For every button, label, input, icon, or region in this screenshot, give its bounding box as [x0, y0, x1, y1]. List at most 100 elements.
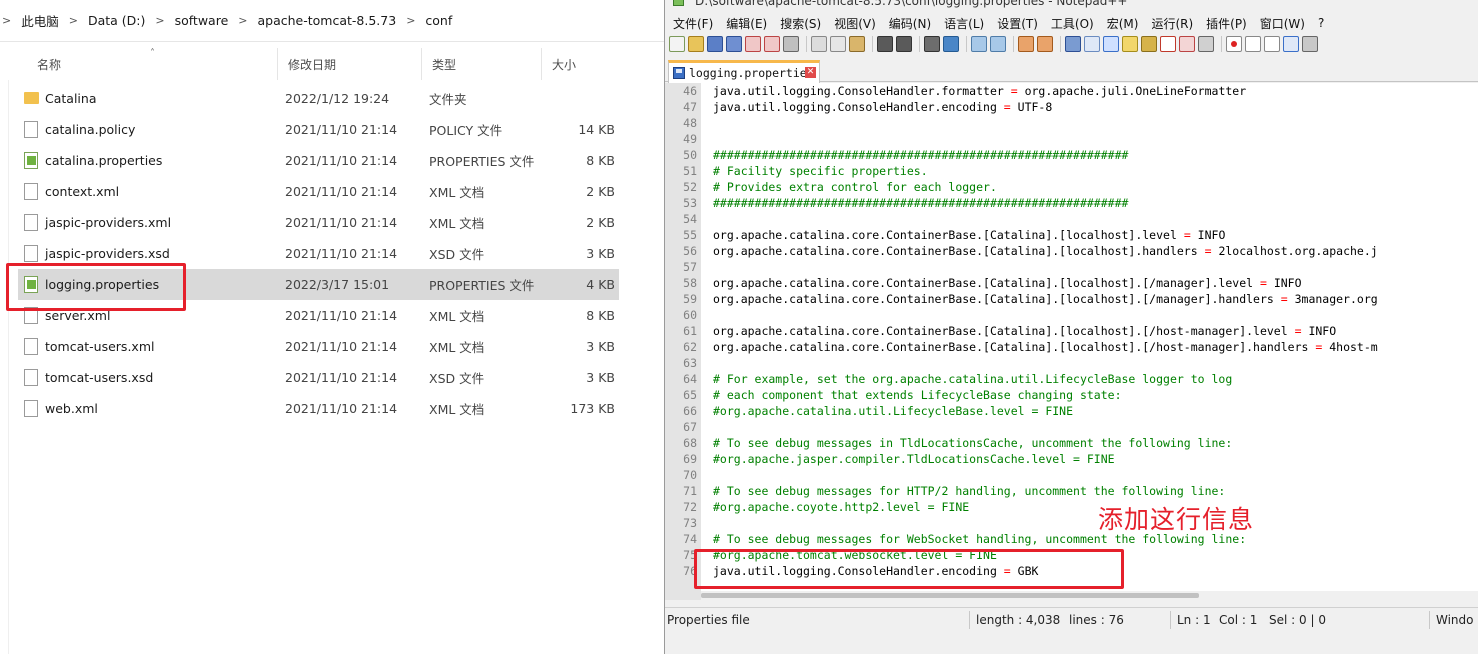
menu-item[interactable]: 运行(R): [1151, 15, 1193, 32]
menu-item[interactable]: 插件(P): [1206, 15, 1247, 32]
file-type: PROPERTIES 文件: [429, 278, 535, 293]
window-title: D:\software\apache-tomcat-8.5.73\conf\lo…: [665, 0, 1478, 8]
menu-item[interactable]: 编辑(E): [726, 15, 767, 32]
file-type: XML 文档: [429, 340, 485, 355]
zoom-out-icon[interactable]: [990, 36, 1006, 52]
assignment-operator: =: [1183, 228, 1191, 242]
file-row[interactable]: context.xml 2021/11/10 21:14 XML 文档 2 KB: [18, 176, 619, 207]
show-all-chars-icon[interactable]: [1084, 36, 1100, 52]
menu-item[interactable]: 工具(O): [1051, 15, 1094, 32]
menu-item[interactable]: 设置(T): [997, 15, 1038, 32]
status-length: length : 4,038: [976, 613, 1061, 627]
menu-item[interactable]: 窗口(W): [1260, 15, 1305, 32]
line-number: 69: [683, 452, 697, 466]
close-all-icon[interactable]: [764, 36, 780, 52]
file-explorer-window: > 此电脑 > Data (D:) > software > apache-to…: [0, 0, 664, 654]
column-header-size[interactable]: 大小: [541, 48, 623, 80]
column-header-type[interactable]: 类型: [421, 48, 541, 80]
document-map-icon[interactable]: [1141, 36, 1157, 52]
tab-logging-properties[interactable]: logging.properties ✕: [668, 60, 820, 83]
close-file-icon[interactable]: [745, 36, 761, 52]
breadcrumb-tomcat[interactable]: apache-tomcat-8.5.73: [258, 13, 397, 28]
undo-icon[interactable]: [877, 36, 893, 52]
file-date: 2021/11/10 21:14: [285, 370, 398, 385]
paste-icon[interactable]: [849, 36, 865, 52]
code-editor[interactable]: 46 47 48 49 50 51 52 53 54 55 56 57 58 59 60 61 62 63 64 65…: [665, 83, 1478, 600]
record-macro-icon[interactable]: [1226, 36, 1242, 52]
line-number: 59: [683, 292, 697, 306]
file-row[interactable]: catalina.policy 2021/11/10 21:14 POLICY 文件…: [18, 114, 619, 145]
breadcrumb-software[interactable]: software: [175, 13, 229, 28]
property-key: org.apache.catalina.core.ContainerBase.[…: [713, 340, 1316, 354]
close-tab-icon[interactable]: ✕: [805, 67, 816, 78]
column-header-date[interactable]: 修改日期: [277, 48, 421, 80]
menu-item[interactable]: 文件(F): [673, 15, 713, 32]
menu-item[interactable]: 搜索(S): [780, 15, 821, 32]
file-row[interactable]: tomcat-users.xsd 2021/11/10 21:14 XSD 文件 3 …: [18, 362, 619, 393]
indent-guide-icon[interactable]: [1103, 36, 1119, 52]
cut-icon[interactable]: [811, 36, 827, 52]
function-list-icon[interactable]: [1160, 36, 1176, 52]
file-row[interactable]: tomcat-users.xml 2021/11/10 21:14 XML 文档 3 …: [18, 331, 619, 362]
column-header-name[interactable]: 名称: [27, 48, 277, 80]
chevron-right-icon: >: [68, 14, 78, 27]
file-row[interactable]: jaspic-providers.xml 2021/11/10 21:14 XML …: [18, 207, 619, 238]
menu-item[interactable]: 视图(V): [834, 15, 876, 32]
copy-icon[interactable]: [830, 36, 846, 52]
menu-item[interactable]: 宏(M): [1107, 15, 1139, 32]
sync-vertical-icon[interactable]: [1018, 36, 1034, 52]
menu-item[interactable]: ?: [1318, 16, 1324, 30]
breadcrumb-drive[interactable]: Data (D:): [88, 13, 145, 28]
line-number: 74: [683, 532, 697, 546]
property-key: org.apache.catalina.core.ContainerBase.[…: [713, 276, 1260, 290]
replace-icon[interactable]: [943, 36, 959, 52]
assignment-operator: =: [1010, 84, 1018, 98]
property-key: org.apache.catalina.core.ContainerBase.[…: [713, 244, 1205, 258]
code-line: # Provides extra control for each logger…: [713, 180, 997, 194]
udl-icon[interactable]: [1122, 36, 1138, 52]
save-all-icon[interactable]: [726, 36, 742, 52]
folder-workspace-icon[interactable]: [1179, 36, 1195, 52]
address-bar[interactable]: > 此电脑 > Data (D:) > software > apache-to…: [0, 0, 664, 42]
file-row[interactable]: web.xml 2021/11/10 21:14 XML 文档 173 KB: [18, 393, 619, 424]
sync-horizontal-icon[interactable]: [1037, 36, 1053, 52]
assignment-operator: =: [1280, 292, 1288, 306]
file-name: tomcat-users.xml: [45, 339, 155, 354]
file-icon: [24, 245, 38, 262]
file-row[interactable]: Catalina 2022/1/12 19:24 文件夹: [18, 83, 619, 114]
breadcrumb-this-pc[interactable]: 此电脑: [21, 11, 59, 30]
status-bar: Properties file length : 4,038 lines : 7…: [665, 607, 1478, 631]
property-key: java.util.logging.ConsoleHandler.encodin…: [713, 100, 1004, 114]
save-icon[interactable]: [707, 36, 723, 52]
word-wrap-icon[interactable]: [1065, 36, 1081, 52]
redo-icon[interactable]: [896, 36, 912, 52]
monitoring-icon[interactable]: [1198, 36, 1214, 52]
horizontal-scrollbar[interactable]: [701, 591, 1478, 600]
file-type: XSD 文件: [429, 247, 485, 262]
file-name: jaspic-providers.xsd: [45, 246, 170, 261]
scrollbar-thumb[interactable]: [701, 593, 1199, 598]
print-icon[interactable]: [783, 36, 799, 52]
status-col: Col : 1: [1219, 613, 1258, 627]
find-icon[interactable]: [924, 36, 940, 52]
menu-item[interactable]: 语言(L): [944, 15, 984, 32]
file-row[interactable]: catalina.properties 2021/11/10 21:14 PROPE…: [18, 145, 619, 176]
run-macro-multiple-icon[interactable]: [1283, 36, 1299, 52]
file-date: 2021/11/10 21:14: [285, 215, 398, 230]
code-line: #org.apache.jasper.compiler.TldLocations…: [713, 452, 1115, 466]
code-line: # To see debug messages in TldLocationsC…: [713, 436, 1233, 450]
file-type: XML 文档: [429, 185, 485, 200]
stop-record-icon[interactable]: [1245, 36, 1261, 52]
property-key: org.apache.catalina.core.ContainerBase.[…: [713, 292, 1281, 306]
toolbar-separator: [1013, 36, 1014, 52]
breadcrumb-conf[interactable]: conf: [425, 13, 452, 28]
open-file-icon[interactable]: [688, 36, 704, 52]
menu-item[interactable]: 编码(N): [889, 15, 931, 32]
highlight-box-explorer: [6, 263, 186, 311]
status-divider: [1429, 611, 1430, 629]
line-number: 71: [683, 484, 697, 498]
save-macro-icon[interactable]: [1302, 36, 1318, 52]
playback-macro-icon[interactable]: [1264, 36, 1280, 52]
zoom-in-icon[interactable]: [971, 36, 987, 52]
new-file-icon[interactable]: [669, 36, 685, 52]
